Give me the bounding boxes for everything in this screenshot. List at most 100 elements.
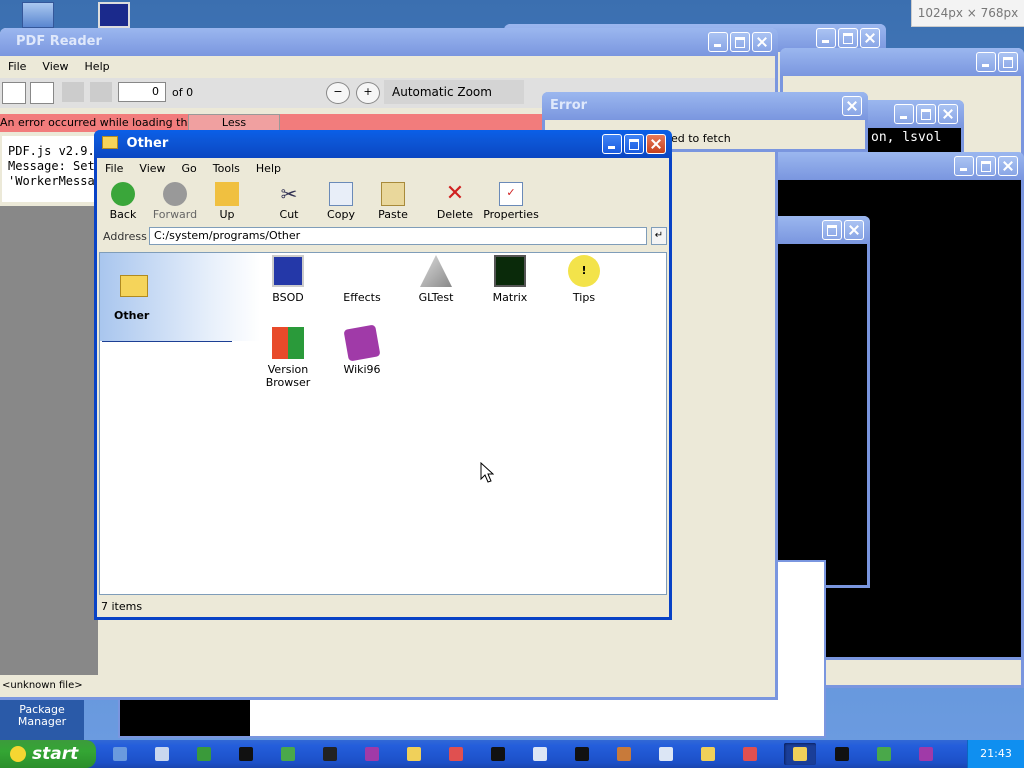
back-button[interactable]: Back bbox=[97, 182, 149, 221]
pdf-status: <unknown file> bbox=[0, 675, 252, 697]
bsod-item[interactable]: BSOD bbox=[252, 255, 324, 304]
task-button-5[interactable] bbox=[272, 743, 304, 765]
pdf-close-button[interactable] bbox=[752, 32, 772, 52]
explorer-menu-file[interactable]: File bbox=[97, 162, 131, 175]
side-panel bbox=[100, 253, 260, 341]
pdf-reader-title: PDF Reader bbox=[16, 34, 102, 49]
explorer-menu-help[interactable]: Help bbox=[248, 162, 289, 175]
matrix-icon bbox=[494, 255, 526, 287]
zoom-out-button[interactable]: − bbox=[326, 82, 350, 104]
error-dialog-text: ed to fetch bbox=[671, 132, 731, 145]
explorer-maximize-button[interactable] bbox=[624, 134, 644, 154]
tips-item[interactable]: ! Tips bbox=[548, 255, 620, 304]
mouse-cursor-icon bbox=[480, 462, 494, 483]
task-button-11[interactable] bbox=[524, 743, 556, 765]
explorer-menu-view[interactable]: View bbox=[131, 162, 173, 175]
start-logo-icon bbox=[10, 746, 26, 762]
system-tray: 21:43 bbox=[967, 740, 1024, 768]
tips-icon: ! bbox=[568, 255, 600, 287]
version-browser-item[interactable]: Version Browser bbox=[252, 327, 324, 389]
taskbar: start 21:43 bbox=[0, 740, 1024, 768]
scissors-icon: ✂ bbox=[280, 182, 298, 206]
task-button-19[interactable] bbox=[868, 743, 900, 765]
side-panel-title: Other bbox=[114, 309, 150, 322]
my-computer-icon[interactable] bbox=[22, 2, 54, 28]
task-button-6[interactable] bbox=[314, 743, 346, 765]
effects-item[interactable]: Effects bbox=[326, 255, 398, 304]
paste-icon bbox=[381, 182, 405, 206]
address-bar: Address C:/system/programs/Other ↵ bbox=[97, 226, 669, 248]
back-arrow-icon bbox=[111, 182, 135, 206]
error-message: An error occurred while loading the PDF bbox=[0, 116, 220, 129]
task-button-14[interactable] bbox=[650, 743, 682, 765]
cut-button[interactable]: ✂ Cut bbox=[263, 182, 315, 221]
forward-arrow-icon bbox=[163, 182, 187, 206]
matrix-item[interactable]: Matrix bbox=[474, 255, 546, 304]
copy-icon bbox=[329, 182, 353, 206]
zoom-select[interactable]: Automatic Zoom bbox=[384, 80, 524, 104]
monitor-icon[interactable] bbox=[98, 2, 130, 28]
explorer-title: Other bbox=[126, 136, 169, 151]
task-button-10[interactable] bbox=[482, 743, 514, 765]
delete-x-icon: ✕ bbox=[445, 181, 465, 206]
next-page-icon[interactable] bbox=[90, 82, 112, 102]
explorer-minimize-button[interactable] bbox=[602, 134, 622, 154]
file-view: Other BSOD Effects GLTest Matrix ! Tips … bbox=[99, 252, 667, 595]
start-button[interactable]: start bbox=[0, 740, 96, 768]
effects-icon bbox=[346, 255, 378, 287]
explorer-close-button[interactable] bbox=[646, 134, 666, 154]
pdf-minimize-button[interactable] bbox=[708, 32, 728, 52]
task-button-20[interactable] bbox=[910, 743, 942, 765]
go-arrow-icon[interactable]: ↵ bbox=[651, 227, 667, 245]
explorer-window[interactable]: Other File View Go Tools Help Back Forwa… bbox=[94, 130, 672, 620]
package-manager-icon[interactable]: Package Manager bbox=[0, 700, 84, 740]
task-button-1[interactable] bbox=[104, 743, 136, 765]
bsod-icon bbox=[272, 255, 304, 287]
version-browser-icon bbox=[272, 327, 304, 359]
explorer-menu-go[interactable]: Go bbox=[174, 162, 205, 175]
pdf-maximize-button[interactable] bbox=[730, 32, 750, 52]
address-label: Address bbox=[103, 230, 147, 243]
paste-button[interactable]: Paste bbox=[367, 182, 419, 221]
task-button-4[interactable] bbox=[230, 743, 262, 765]
sidebar-toggle-icon[interactable] bbox=[2, 82, 26, 104]
pdf-menu-file[interactable]: File bbox=[0, 60, 34, 73]
task-button-8[interactable] bbox=[398, 743, 430, 765]
error-dialog-title: Error bbox=[550, 98, 588, 113]
error-details: PDF.js v2.9. Message: Set 'WorkerMessa bbox=[2, 136, 98, 202]
error-close-button[interactable] bbox=[842, 96, 862, 116]
task-button-7[interactable] bbox=[356, 743, 388, 765]
status-bar-count: 7 items bbox=[101, 600, 143, 613]
task-button-12[interactable] bbox=[566, 743, 598, 765]
task-button-2[interactable] bbox=[146, 743, 178, 765]
up-button[interactable]: Up bbox=[201, 182, 253, 221]
task-button-13[interactable] bbox=[608, 743, 640, 765]
address-input[interactable]: C:/system/programs/Other bbox=[149, 227, 647, 245]
wiki96-item[interactable]: Wiki96 bbox=[326, 324, 398, 376]
find-icon[interactable] bbox=[30, 82, 54, 104]
delete-button[interactable]: ✕ Delete bbox=[429, 181, 481, 222]
explorer-toolbar: Back Forward Up ✂ Cut Copy Paste ✕ Delete … bbox=[97, 180, 669, 226]
previous-page-icon[interactable] bbox=[62, 82, 84, 102]
properties-button[interactable]: ✓ Properties bbox=[481, 182, 541, 221]
page-count: of 0 bbox=[172, 86, 194, 99]
task-button-3[interactable] bbox=[188, 743, 220, 765]
task-button-17[interactable] bbox=[784, 743, 816, 765]
copy-button[interactable]: Copy bbox=[315, 182, 367, 221]
pdf-menu-view[interactable]: View bbox=[34, 60, 76, 73]
properties-icon: ✓ bbox=[499, 182, 523, 206]
wiki96-icon bbox=[343, 324, 381, 362]
page-number-input[interactable]: 0 bbox=[118, 82, 166, 102]
task-button-16[interactable] bbox=[734, 743, 766, 765]
task-button-9[interactable] bbox=[440, 743, 472, 765]
zoom-in-button[interactable]: + bbox=[356, 82, 380, 104]
gltest-icon bbox=[420, 255, 452, 287]
task-button-15[interactable] bbox=[692, 743, 724, 765]
task-button-18[interactable] bbox=[826, 743, 858, 765]
pdf-menu-help[interactable]: Help bbox=[77, 60, 118, 73]
explorer-menu-tools[interactable]: Tools bbox=[205, 162, 248, 175]
forward-button[interactable]: Forward bbox=[149, 182, 201, 221]
gltest-item[interactable]: GLTest bbox=[400, 255, 472, 304]
clock: 21:43 bbox=[980, 747, 1012, 760]
up-folder-icon bbox=[215, 182, 239, 206]
